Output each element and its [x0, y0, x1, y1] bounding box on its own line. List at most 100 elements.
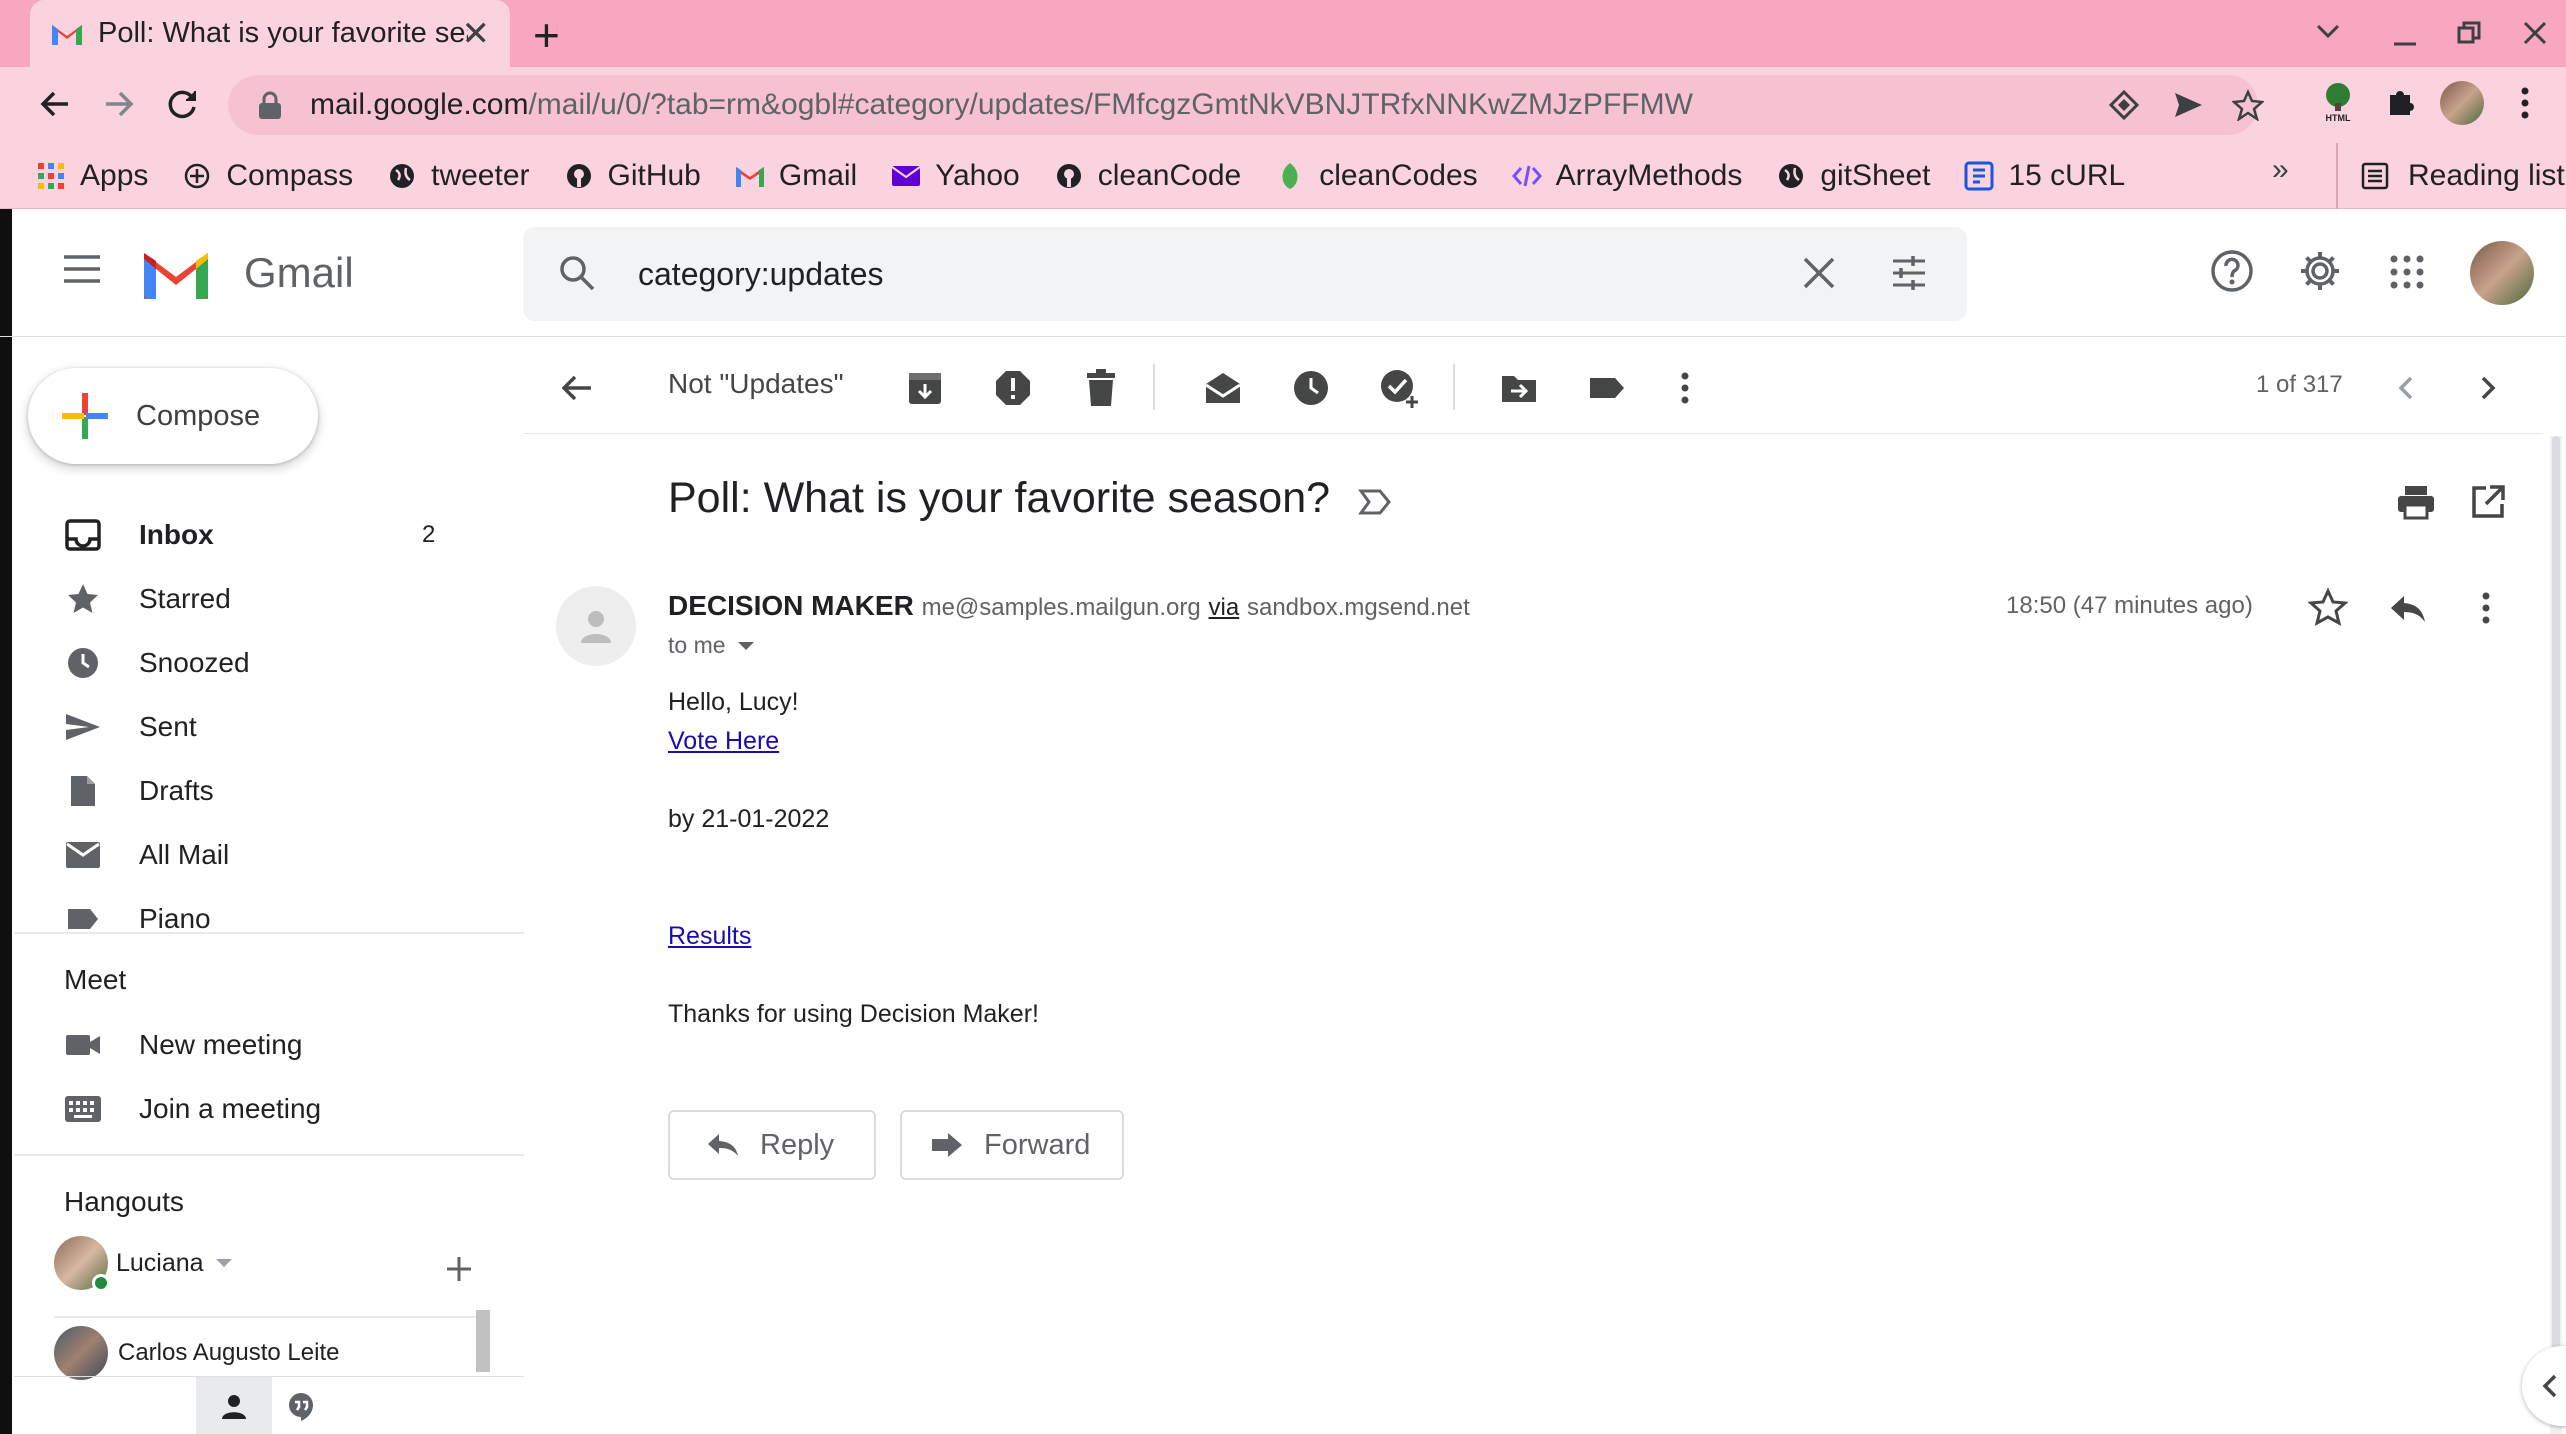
archive-icon[interactable]	[905, 368, 945, 408]
gmail-logo-icon[interactable]	[140, 245, 212, 301]
new-conversation-plus-icon[interactable]	[444, 1254, 474, 1284]
bookmark-15-curl[interactable]: 15 cURL	[1964, 159, 2125, 193]
profile-avatar[interactable]	[2440, 81, 2484, 125]
meet-section-title: Meet	[64, 964, 127, 995]
reload-icon[interactable]	[158, 79, 208, 129]
close-window-icon[interactable]	[2522, 20, 2548, 46]
bookmark-gmail[interactable]: Gmail	[735, 159, 857, 193]
lock-icon[interactable]	[256, 90, 284, 120]
tab-search-chevron-icon[interactable]	[2314, 22, 2342, 40]
via-link[interactable]: via	[1209, 594, 1240, 621]
newer-chevron-icon[interactable]	[2387, 368, 2427, 408]
nav-starred[interactable]: Starred	[14, 570, 514, 628]
tab-close-icon[interactable]: ✕	[462, 14, 491, 54]
delete-icon[interactable]	[1081, 368, 1121, 408]
open-in-new-window-icon[interactable]	[2470, 484, 2506, 520]
bookmark-gitsheet[interactable]: gitSheet	[1776, 159, 1930, 193]
send-tab-icon[interactable]	[2172, 89, 2204, 121]
sender-email[interactable]: me@samples.mailgun.org	[922, 594, 1201, 621]
contacts-tab[interactable]	[196, 1377, 272, 1434]
bookmark-cleancode[interactable]: cleanCode	[1054, 159, 1241, 193]
bookmark-arraymethods[interactable]: ArrayMethods	[1511, 159, 1742, 193]
recipient-details-toggle[interactable]: to me	[668, 632, 754, 659]
bookmark-compass[interactable]: Compass	[182, 159, 353, 193]
bookmark-apps[interactable]: Apps	[36, 159, 148, 193]
forward-arrow-icon	[930, 1130, 964, 1160]
mark-unread-icon[interactable]	[1203, 368, 1243, 408]
reply-button[interactable]: Reply	[668, 1110, 876, 1180]
search-bar[interactable]	[523, 227, 1967, 321]
forward-icon[interactable]	[94, 79, 144, 129]
gmail-logo-text[interactable]: Gmail	[244, 249, 354, 297]
conversations-tab[interactable]	[286, 1391, 316, 1426]
hangouts-me[interactable]: Luciana	[54, 1236, 232, 1292]
code-icon	[1511, 161, 1542, 191]
sender-avatar[interactable]	[556, 586, 636, 666]
print-icon[interactable]	[2396, 484, 2436, 520]
vote-here-link[interactable]: Vote Here	[668, 727, 779, 756]
back-to-list-icon[interactable]	[557, 368, 597, 408]
report-spam-icon[interactable]	[993, 368, 1033, 408]
reply-icon[interactable]	[2388, 588, 2428, 628]
compose-button[interactable]: Compose	[28, 368, 318, 464]
restore-icon[interactable]	[2456, 20, 2482, 46]
hangouts-scrollbar[interactable]	[476, 1310, 490, 1372]
help-icon[interactable]	[2210, 249, 2254, 293]
move-to-icon[interactable]	[1499, 368, 1539, 408]
bookmark-star-icon[interactable]	[2232, 89, 2264, 121]
older-chevron-icon[interactable]	[2467, 368, 2507, 408]
not-updates-button[interactable]: Not "Updates"	[668, 368, 844, 400]
mail-icon	[64, 836, 102, 874]
snooze-icon[interactable]	[1291, 368, 1331, 408]
forward-button[interactable]: Forward	[900, 1110, 1124, 1180]
bookmark-tweeter[interactable]: tweeter	[387, 159, 530, 193]
reading-list[interactable]: Reading list	[2336, 143, 2565, 209]
toolbar-separator	[1453, 364, 1455, 410]
install-app-icon[interactable]	[2108, 89, 2140, 121]
address-bar[interactable]: mail.google.com/mail/u/0/?tab=rm&ogbl#ca…	[228, 75, 2264, 135]
results-link[interactable]: Results	[668, 922, 751, 951]
back-icon[interactable]	[30, 79, 80, 129]
google-apps-icon[interactable]	[2390, 255, 2424, 289]
url-text[interactable]: mail.google.com/mail/u/0/?tab=rm&ogbl#ca…	[310, 88, 1693, 122]
nav-label-piano[interactable]: Piano	[14, 890, 514, 948]
main-menu-icon[interactable]	[62, 253, 102, 285]
settings-gear-icon[interactable]	[2298, 249, 2342, 293]
search-options-icon[interactable]	[1889, 253, 1929, 293]
nav-drafts[interactable]: Drafts	[14, 762, 514, 820]
labels-icon[interactable]	[1587, 368, 1627, 408]
default-person-icon	[581, 611, 611, 643]
message-scrollbar[interactable]	[2550, 436, 2562, 1434]
add-to-tasks-icon[interactable]	[1379, 368, 1419, 408]
side-panel-toggle[interactable]	[2522, 1346, 2566, 1426]
bookmarks-overflow[interactable]: »	[2272, 153, 2289, 187]
new-tab-icon[interactable]: +	[533, 8, 560, 62]
extensions-puzzle-icon[interactable]	[2384, 85, 2418, 119]
meet-new-meeting[interactable]: New meeting	[14, 1016, 514, 1074]
bookmark-github[interactable]: GitHub	[564, 159, 701, 193]
person-icon	[222, 1395, 246, 1419]
search-icon[interactable]	[557, 253, 597, 293]
message-more-icon[interactable]	[2466, 588, 2506, 628]
minimize-icon[interactable]	[2392, 22, 2418, 48]
clear-search-icon[interactable]	[1801, 255, 1837, 291]
nav-snoozed[interactable]: Snoozed	[14, 634, 514, 692]
message-scrollbar-thumb[interactable]	[2552, 436, 2560, 1356]
browser-menu-icon[interactable]	[2518, 85, 2532, 121]
account-avatar[interactable]	[2470, 241, 2534, 305]
hangouts-contact[interactable]: Carlos Augusto Leite	[54, 1326, 339, 1380]
importance-marker-icon[interactable]	[1358, 488, 1392, 516]
html-extension-icon[interactable]: HTML	[2318, 79, 2358, 123]
nav-inbox[interactable]: Inbox 2	[14, 506, 514, 564]
browser-tab[interactable]: Poll: What is your favorite season? - Gm…	[30, 0, 510, 67]
more-options-icon[interactable]	[1665, 368, 1705, 408]
sender-name[interactable]: DECISION MAKER	[668, 590, 914, 621]
nav-all-mail[interactable]: All Mail	[14, 826, 514, 884]
search-input[interactable]	[638, 249, 1738, 299]
meet-join-meeting[interactable]: Join a meeting	[14, 1080, 514, 1138]
bookmark-cleancodes[interactable]: cleanCodes	[1275, 159, 1478, 193]
bookmark-yahoo[interactable]: Yahoo	[891, 159, 1020, 193]
star-message-icon[interactable]	[2308, 588, 2348, 628]
status-dropdown-icon[interactable]	[215, 1259, 232, 1267]
nav-sent[interactable]: Sent	[14, 698, 514, 756]
